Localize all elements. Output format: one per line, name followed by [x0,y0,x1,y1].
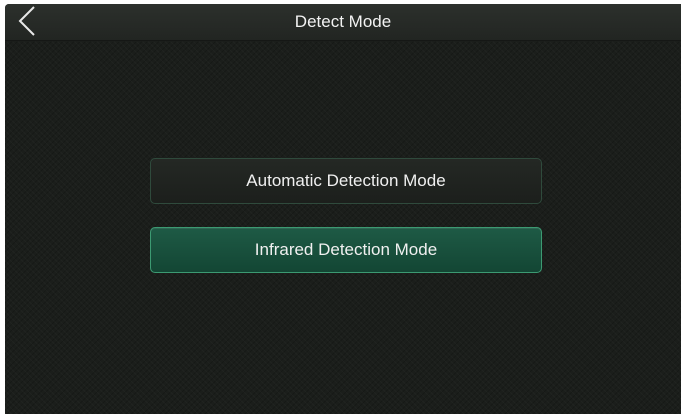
header-bar: Detect Mode [5,4,681,41]
detect-mode-screen: Detect Mode Automatic Detection Mode Inf… [5,4,681,414]
infrared-detection-mode-button[interactable]: Infrared Detection Mode [150,227,542,273]
automatic-detection-mode-button[interactable]: Automatic Detection Mode [150,158,542,204]
page-title: Detect Mode [294,12,392,31]
